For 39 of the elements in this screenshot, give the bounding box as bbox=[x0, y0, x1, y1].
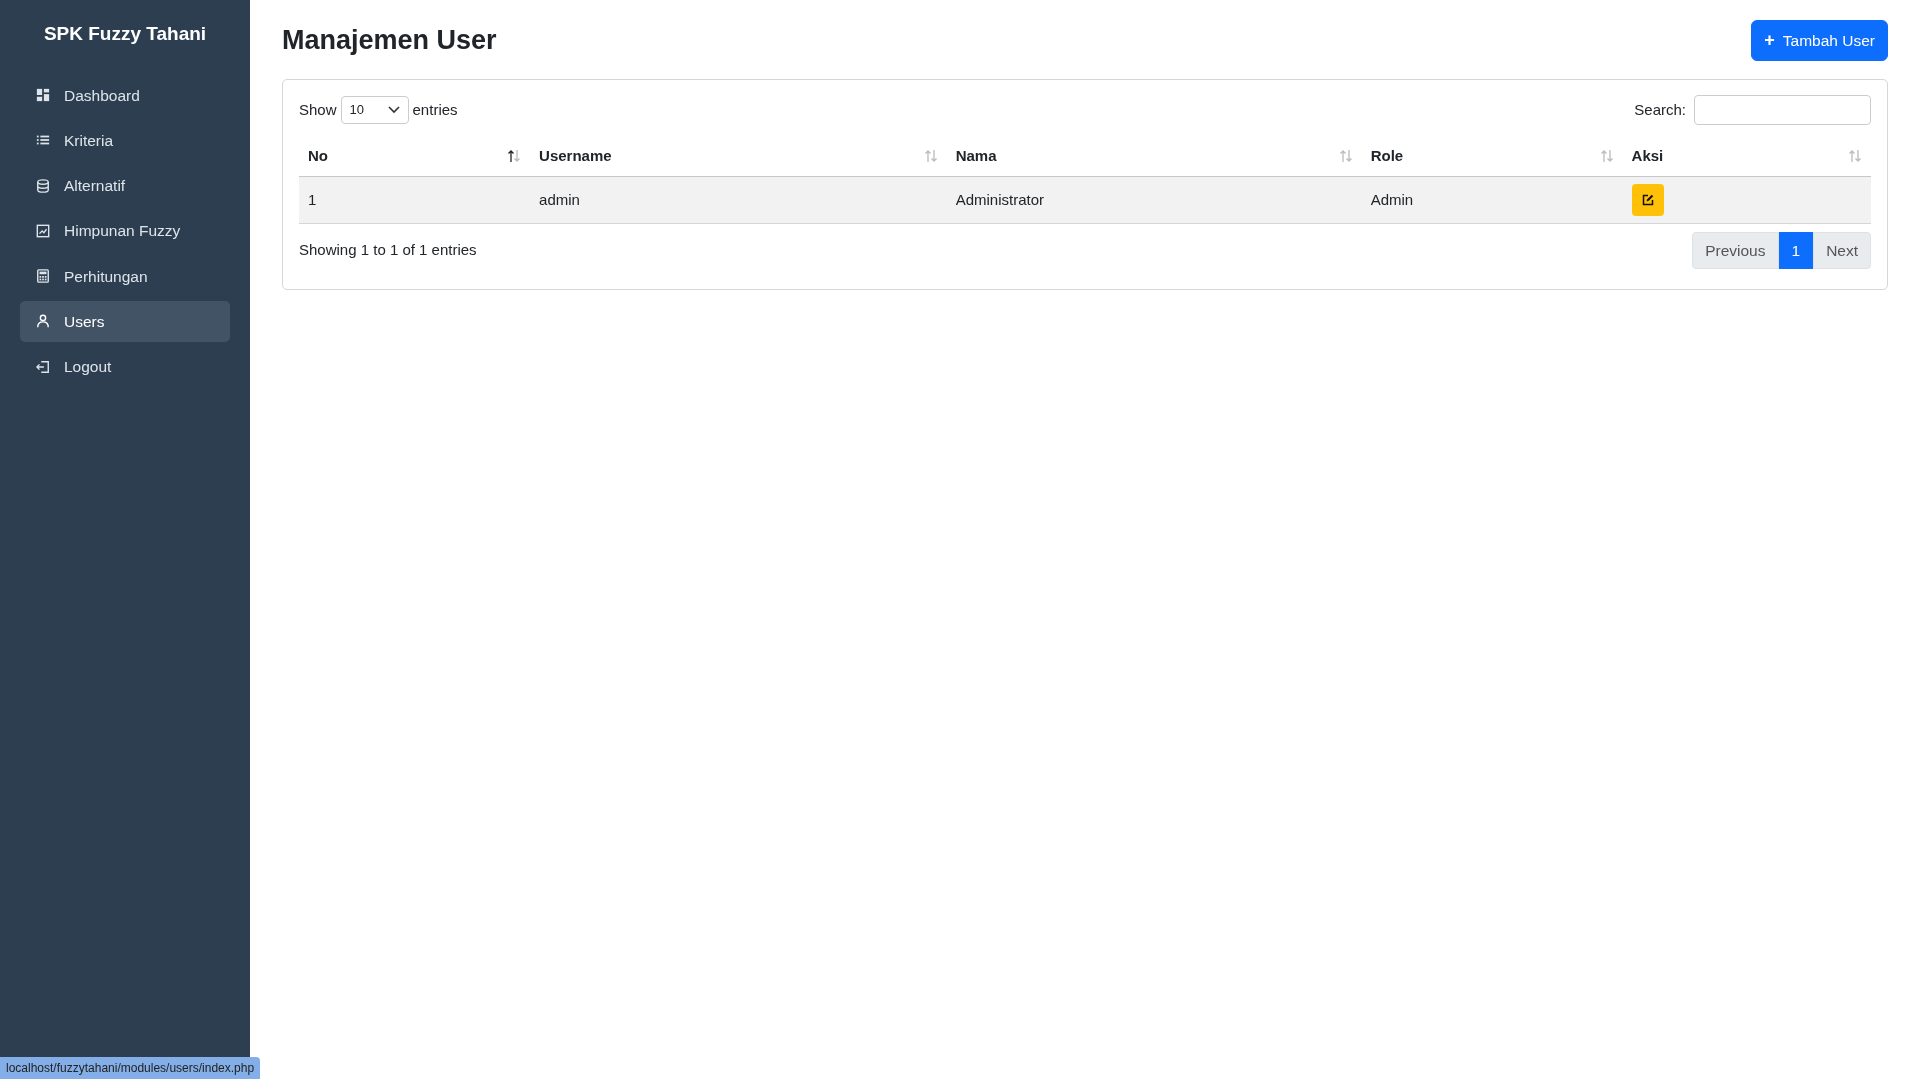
entries-label: entries bbox=[412, 99, 458, 120]
database-icon bbox=[36, 178, 50, 193]
grid-icon bbox=[36, 88, 50, 103]
page-title: Manajemen User bbox=[282, 24, 497, 57]
table-cell: admin bbox=[539, 190, 580, 208]
page-size-select[interactable]: 10 bbox=[340, 96, 409, 124]
edit-button[interactable] bbox=[1631, 183, 1664, 216]
search-label: Search: bbox=[1634, 99, 1686, 120]
sidebar-item[interactable]: Perhitungan bbox=[20, 255, 230, 297]
brand-title: SPK Fuzzy Tahani bbox=[42, 22, 208, 46]
search-field[interactable] bbox=[1694, 95, 1871, 125]
sidebar-item[interactable]: Alternatif bbox=[20, 165, 230, 207]
table-cell: Administrator bbox=[955, 190, 1044, 208]
show-label: Show bbox=[299, 99, 337, 120]
person-icon bbox=[36, 314, 50, 329]
sidebar-item[interactable]: Logout bbox=[20, 346, 230, 388]
table-cell: 1 bbox=[308, 190, 317, 208]
status-url: localhost/fuzzytahani/modules/users/index.php bbox=[0, 1057, 261, 1079]
sidebar-item[interactable]: Dashboard bbox=[20, 74, 230, 116]
sidebar-item[interactable]: Users bbox=[20, 300, 230, 342]
chevron-down-icon bbox=[387, 106, 400, 114]
add-user-button[interactable]: + Tambah User bbox=[1751, 20, 1888, 61]
edit-icon bbox=[1641, 193, 1654, 206]
sidebar-item[interactable]: Himpunan Fuzzy bbox=[20, 210, 230, 252]
next-button[interactable]: Next bbox=[1813, 232, 1871, 270]
previous-button[interactable]: Previous bbox=[1692, 232, 1779, 270]
column-header[interactable]: Nama bbox=[955, 145, 997, 168]
column-header[interactable]: Role bbox=[1370, 145, 1404, 168]
sidebar-item[interactable]: Kriteria bbox=[20, 119, 230, 161]
sort-icon[interactable] bbox=[507, 149, 522, 164]
logout-icon bbox=[36, 359, 50, 374]
page-button[interactable]: 1 bbox=[1778, 232, 1814, 270]
chart-icon bbox=[36, 223, 50, 238]
calculator-icon bbox=[36, 269, 50, 284]
table-info: Showing 1 to 1 of 1 entries bbox=[299, 240, 477, 261]
column-header[interactable]: No bbox=[308, 145, 328, 168]
table-cell: Admin bbox=[1370, 190, 1414, 208]
column-header[interactable]: Aksi bbox=[1631, 145, 1664, 168]
column-header[interactable]: Username bbox=[539, 145, 612, 168]
